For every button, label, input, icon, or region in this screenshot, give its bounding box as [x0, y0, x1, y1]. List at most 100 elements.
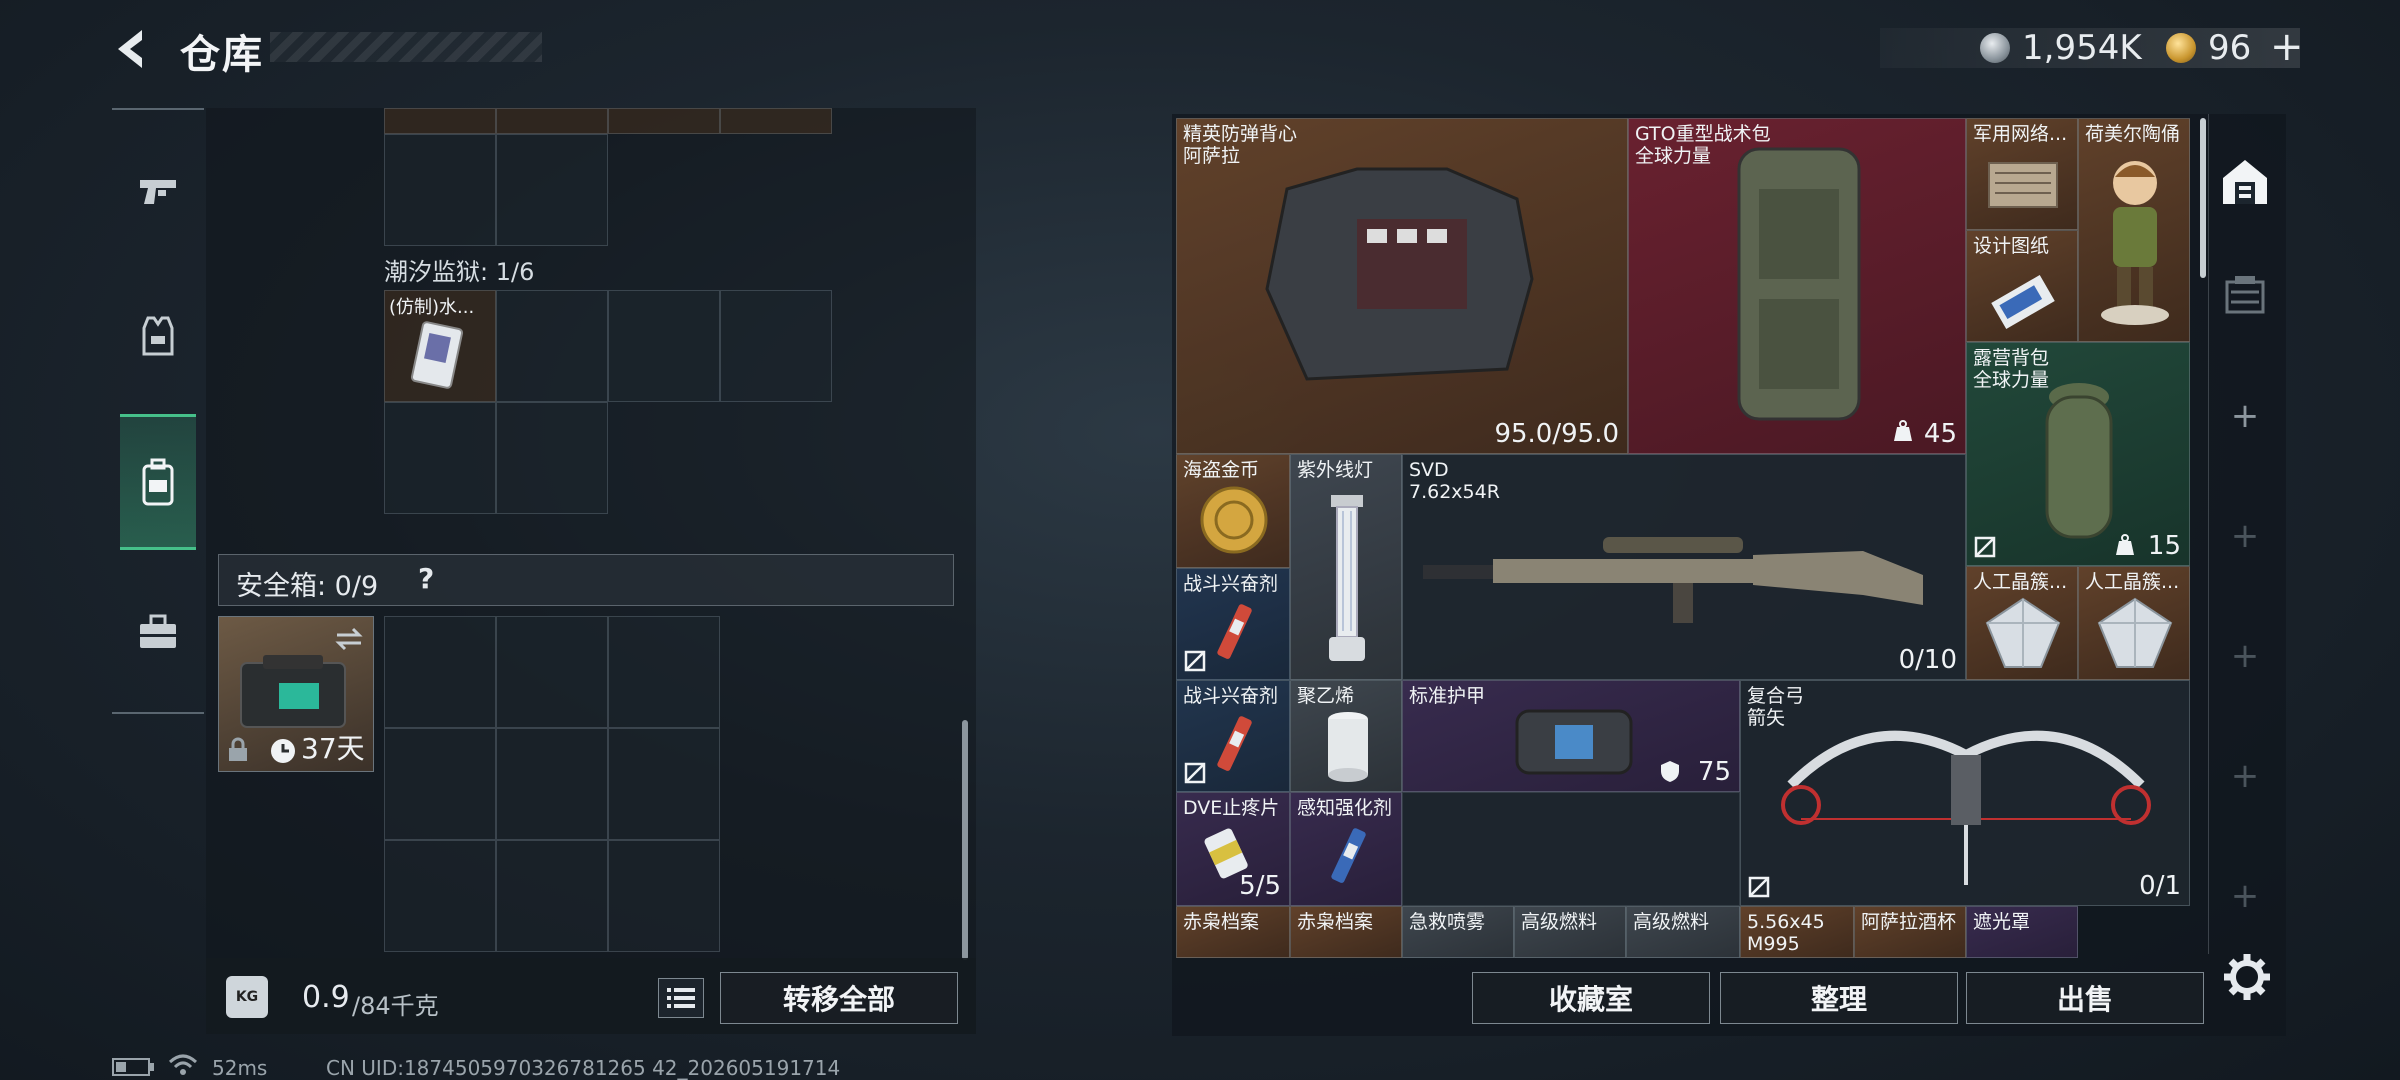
item-artificial-crystal[interactable]: 人工晶簇...: [1966, 566, 2078, 680]
grid-cell[interactable]: [384, 134, 496, 246]
tidal-item-name: (仿制)水...: [389, 297, 475, 318]
item-svd-rifle[interactable]: SVD 7.62x54R 0/10: [1402, 454, 1966, 680]
grid-cell[interactable]: [496, 840, 608, 952]
list-view-button[interactable]: [658, 978, 704, 1018]
grid-cell[interactable]: [496, 402, 608, 514]
grid-cell[interactable]: [720, 108, 832, 134]
list-icon: [667, 988, 695, 1008]
tab-backpack[interactable]: [120, 414, 196, 550]
tab-supplies[interactable]: [120, 584, 196, 680]
item-advanced-fuel[interactable]: 高级燃料: [1514, 906, 1626, 958]
add-storage-button[interactable]: +: [2212, 856, 2278, 936]
grid-cell[interactable]: [608, 290, 720, 402]
item-gto-pack[interactable]: GTO重型战术包 全球力量 45: [1628, 118, 1966, 454]
item-elite-vest[interactable]: 精英防弹背心 阿萨拉 95.0/95.0: [1176, 118, 1628, 454]
item-compound-bow[interactable]: 复合弓 箭矢 0/1: [1740, 680, 2190, 906]
grid-cell[interactable]: [496, 290, 608, 402]
gear-icon[interactable]: [2222, 952, 2272, 1002]
grid-cell[interactable]: [384, 840, 496, 952]
gold-coin-item-icon: [1200, 486, 1268, 554]
add-storage-button[interactable]: +: [2212, 616, 2278, 696]
syringe-icon: [1217, 716, 1252, 771]
add-gold-button[interactable]: +: [2270, 24, 2304, 70]
no-drop-icon: [1184, 650, 1206, 672]
transfer-all-button[interactable]: 转移全部: [720, 972, 958, 1024]
grid-cell[interactable]: [608, 728, 720, 840]
grid-cell[interactable]: [384, 108, 496, 134]
back-button[interactable]: [108, 24, 158, 74]
item-blueprint[interactable]: 设计图纸: [1966, 230, 2078, 342]
no-drop-icon: [1974, 536, 1996, 558]
grid-cell[interactable]: [384, 616, 496, 728]
item-combat-stim[interactable]: 战斗兴奋剂: [1176, 568, 1290, 680]
collection-room-button[interactable]: 收藏室: [1472, 972, 1710, 1024]
item-combat-stim[interactable]: 战斗兴奋剂: [1176, 680, 1290, 792]
grid-cell[interactable]: [720, 290, 832, 402]
item-name: 感知强化剂: [1297, 797, 1393, 819]
inventory-scrollbar[interactable]: [2200, 118, 2206, 278]
clock-icon: [271, 739, 295, 763]
grid-cell[interactable]: [384, 728, 496, 840]
item-ammo-556[interactable]: 5.56x45 M995: [1740, 906, 1854, 958]
item-name: 聚乙烯: [1297, 685, 1355, 707]
item-name: 赤枭档案: [1297, 911, 1374, 933]
lock-icon: [229, 737, 247, 761]
add-storage-button[interactable]: +: [2212, 496, 2278, 576]
side-tab-home[interactable]: [2212, 140, 2278, 224]
item-name: DVE止疼片: [1183, 797, 1280, 819]
sell-button[interactable]: 出售: [1966, 972, 2204, 1024]
item-name: 战斗兴奋剂: [1183, 685, 1279, 707]
tidal-item[interactable]: (仿制)水...: [384, 290, 496, 402]
grid-cell[interactable]: [496, 728, 608, 840]
item-name: 紫外线灯: [1297, 459, 1374, 481]
sort-button[interactable]: 整理: [1720, 972, 1958, 1024]
item-military-network[interactable]: 军用网络...: [1966, 118, 2078, 230]
add-storage-button[interactable]: +: [2212, 736, 2278, 816]
grid-cell[interactable]: [496, 134, 608, 246]
grid-cell[interactable]: [496, 108, 608, 134]
side-tab-storage[interactable]: [2212, 254, 2278, 334]
crystal-icon: [2097, 597, 2173, 668]
page-title: 仓库: [180, 32, 264, 78]
warehouse-icon: [2223, 160, 2267, 204]
grid-cell[interactable]: [496, 616, 608, 728]
item-uses: 5/5: [1239, 871, 1281, 901]
item-standard-armor[interactable]: 标准护甲 75: [1402, 680, 1740, 792]
item-capacity: 15: [2147, 531, 2181, 561]
item-name: 荷美尔陶俑: [2085, 123, 2181, 145]
item-name: 军用网络...: [1973, 123, 2068, 145]
storage-scrollbar[interactable]: [962, 720, 968, 960]
safebox-help-button[interactable]: ?: [418, 562, 434, 595]
item-name: 人工晶簇...: [2085, 571, 2180, 593]
grid-cell[interactable]: [608, 108, 720, 134]
empty-slot[interactable]: [1402, 792, 1740, 906]
safebox-item[interactable]: 37天: [218, 616, 374, 772]
item-first-aid-spray[interactable]: 急救喷雾: [1402, 906, 1514, 958]
item-hummel-figurine[interactable]: 荷美尔陶俑: [2078, 118, 2190, 342]
grid-cell[interactable]: [608, 616, 720, 728]
item-artificial-crystal[interactable]: 人工晶簇...: [2078, 566, 2190, 680]
item-asala-goblet[interactable]: 阿萨拉酒杯: [1854, 906, 1966, 958]
item-sunshade[interactable]: 遮光罩: [1966, 906, 2078, 958]
item-red-owl-file[interactable]: 赤枭档案: [1290, 906, 1402, 958]
armor-bag-icon: [1515, 709, 1633, 775]
item-red-owl-file[interactable]: 赤枭档案: [1176, 906, 1290, 958]
item-advanced-fuel[interactable]: 高级燃料: [1626, 906, 1740, 958]
item-uv-lamp[interactable]: 紫外线灯: [1290, 454, 1402, 680]
add-storage-button[interactable]: +: [2212, 376, 2278, 456]
item-name: 遮光罩: [1973, 911, 2031, 933]
silver-amount: 1,954K: [2022, 28, 2142, 68]
weight-icon: KG: [226, 976, 268, 1018]
grid-cell[interactable]: [608, 840, 720, 952]
grid-cell[interactable]: [384, 402, 496, 514]
item-camping-pack[interactable]: 露营背包 全球力量 15: [1966, 342, 2190, 566]
item-polyethylene[interactable]: 聚乙烯: [1290, 680, 1402, 792]
figurine-icon: [2101, 161, 2169, 325]
swap-icon[interactable]: [333, 625, 365, 653]
tab-weapons[interactable]: [120, 142, 196, 238]
rifle-icon: [1423, 537, 1923, 623]
tab-equipment[interactable]: [120, 288, 196, 384]
item-pirate-coin[interactable]: 海盗金币: [1176, 454, 1290, 568]
item-dve-painkiller[interactable]: DVE止疼片 5/5: [1176, 792, 1290, 906]
item-perception-enhancer[interactable]: 感知强化剂: [1290, 792, 1402, 906]
